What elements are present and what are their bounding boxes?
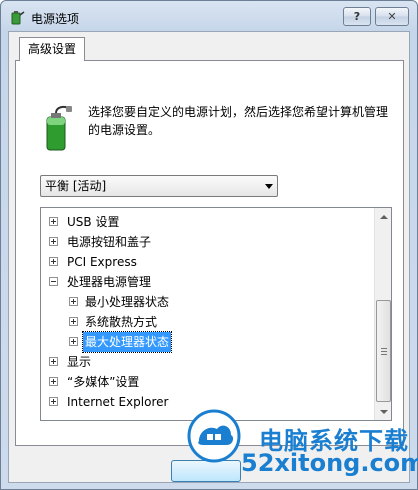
tree-item-processor-power[interactable]: 处理器电源管理	[41, 272, 371, 292]
power-settings-tree[interactable]: USB 设置 电源按钮和盖子 PCI Express 处理器电源管理 最小处理器…	[40, 207, 392, 421]
expand-plus-icon[interactable]	[49, 237, 58, 246]
tree-item-multimedia[interactable]: “多媒体”设置	[41, 372, 371, 392]
tab-advanced-settings[interactable]: 高级设置	[19, 37, 86, 61]
watermark-url: 52xitong.com	[241, 449, 418, 477]
tree-item-label: “多媒体”设置	[67, 375, 140, 389]
close-icon: ✕	[387, 10, 397, 23]
description-text: 选择您要自定义的电源计划，然后选择您希望计算机管理的电源设置。	[88, 105, 389, 137]
power-options-window: 电源选项 ? ✕ 高级设置 选择您要自定义的电源计划，然后选择您希望计算机管理的…	[0, 0, 418, 490]
tree-item-label: 电源按钮和盖子	[67, 235, 152, 249]
tree-item-label: 显示	[67, 355, 92, 369]
help-button[interactable]: ?	[343, 7, 371, 26]
tree-item-label: PCI Express	[67, 255, 137, 269]
close-button[interactable]: ✕	[375, 7, 409, 26]
battery-power-icon	[46, 105, 72, 151]
grip-line	[381, 354, 387, 355]
advanced-settings-panel: 选择您要自定义的电源计划，然后选择您希望计算机管理的电源设置。 平衡 [活动] …	[15, 60, 404, 446]
expand-plus-icon[interactable]	[49, 257, 58, 266]
collapse-minus-icon[interactable]	[49, 277, 58, 286]
expand-plus-icon[interactable]	[69, 297, 78, 306]
grip-line	[381, 351, 387, 352]
expand-plus-icon[interactable]	[49, 377, 58, 386]
tree-item-min-processor-state[interactable]: 最小处理器状态	[41, 292, 371, 312]
tree-scrollbar[interactable]	[374, 208, 391, 420]
ok-button[interactable]	[171, 460, 241, 482]
expand-plus-icon[interactable]	[69, 337, 78, 346]
watermark-logo-icon	[187, 409, 241, 463]
arrow-down-icon	[379, 409, 388, 414]
tree-item-label: 处理器电源管理	[67, 275, 152, 289]
tree-item-display[interactable]: 显示	[41, 352, 371, 372]
tree-item-label: Internet Explorer	[67, 395, 169, 409]
expand-plus-icon[interactable]	[49, 397, 58, 406]
grip-line	[381, 348, 387, 349]
scrollbar-thumb[interactable]	[376, 300, 391, 402]
tree-item-label: 系统散热方式	[85, 315, 158, 329]
tree-item-pci-express[interactable]: PCI Express	[41, 252, 371, 272]
arrow-up-icon	[379, 214, 388, 219]
window-title: 电源选项	[31, 12, 80, 26]
power-plan-value: 平衡 [活动]	[45, 179, 107, 193]
tree-item-label-selected: 最大处理器状态	[81, 331, 173, 353]
scroll-up-button[interactable]	[375, 208, 391, 225]
scroll-down-button[interactable]	[375, 403, 391, 420]
tree-item-max-processor-state[interactable]: 最大处理器状态	[41, 331, 371, 353]
tree-item-usb[interactable]: USB 设置	[41, 212, 371, 232]
power-plan-select[interactable]: 平衡 [活动]	[40, 175, 278, 197]
tree-item-label: USB 设置	[67, 215, 120, 229]
title-bar[interactable]: 电源选项 ? ✕	[1, 1, 417, 31]
expand-plus-icon[interactable]	[69, 317, 78, 326]
tree-item-label: 最小处理器状态	[85, 295, 170, 309]
chevron-down-icon	[265, 184, 273, 189]
tree-item-cooling-policy[interactable]: 系统散热方式	[41, 312, 371, 332]
tree-item-power-buttons[interactable]: 电源按钮和盖子	[41, 232, 371, 252]
power-options-icon	[11, 11, 25, 25]
expand-plus-icon[interactable]	[49, 357, 58, 366]
help-icon: ?	[353, 10, 361, 23]
expand-plus-icon[interactable]	[49, 217, 58, 226]
